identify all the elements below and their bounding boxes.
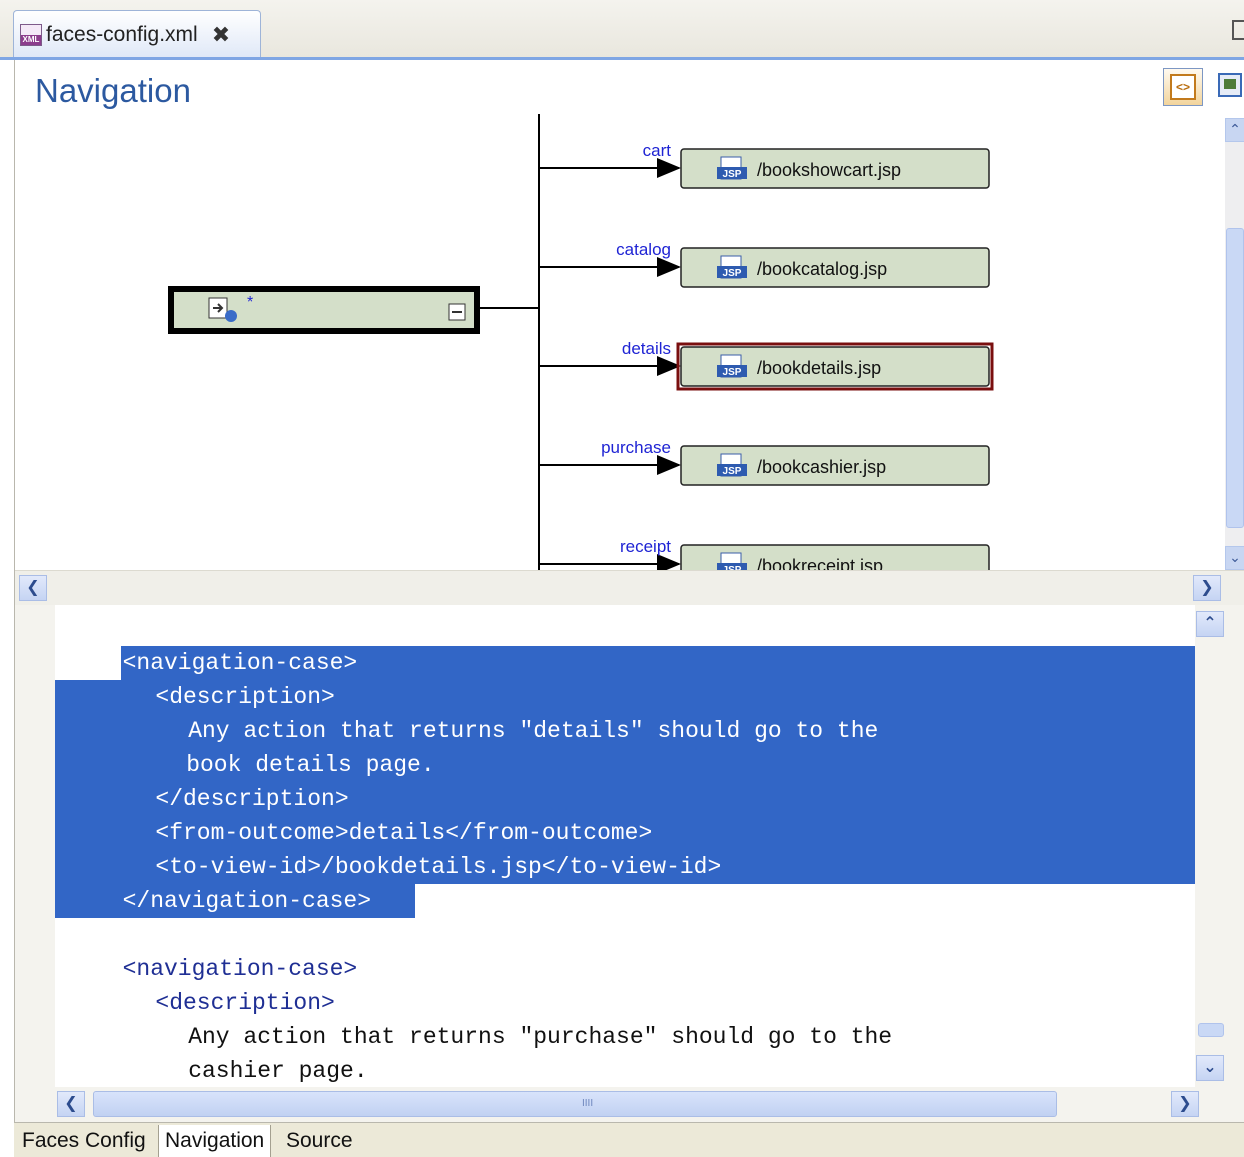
view-path-catalog: /bookcatalog.jsp	[757, 259, 887, 279]
scroll-up-icon[interactable]: ⌃	[1196, 611, 1224, 637]
diagram-horizontal-scrollbar[interactable]: ❮ ❯	[15, 570, 1244, 605]
diagram-vertical-scrollbar[interactable]: ⌃ ⌄	[1225, 118, 1244, 570]
from-view-label: *	[247, 294, 253, 311]
code-line: </navigation-case>	[122, 888, 372, 914]
code-line: </description>	[155, 786, 349, 812]
code-line: <description>	[155, 684, 335, 710]
outcome-label-purchase[interactable]: purchase	[601, 438, 671, 457]
tab-source[interactable]: Source	[280, 1125, 359, 1157]
source-editor[interactable]: <navigation-case> <description> Any action…	[55, 605, 1195, 1087]
outcome-label-cart[interactable]: cart	[643, 141, 672, 160]
code-line: book details page.	[186, 752, 435, 778]
svg-text:JSP: JSP	[723, 169, 742, 180]
svg-text:JSP: JSP	[723, 367, 742, 378]
view-path-receipt: /bookreceipt.jsp	[757, 556, 883, 570]
navigation-diagram: * cart JSP/bookshowcart.jsp catalog JSP/book…	[168, 114, 994, 570]
source-vertical-scrollbar[interactable]: ⌃ ⌄	[1195, 605, 1225, 1087]
outcome-label-receipt[interactable]: receipt	[620, 537, 671, 556]
code-line: <navigation-case>	[122, 650, 358, 676]
xml-file-icon: XML	[20, 23, 42, 46]
code-line: <navigation-case>	[122, 956, 358, 982]
editor-tab-bar: XML faces-config.xml ✖	[0, 0, 1244, 60]
editor-tab-faces-config[interactable]: XML faces-config.xml ✖	[13, 10, 261, 58]
svg-text:JSP: JSP	[723, 268, 742, 279]
page-tabs: Faces Config Navigation Source	[14, 1122, 1244, 1157]
scroll-right-icon[interactable]: ❯	[1193, 575, 1221, 601]
outcome-label-catalog[interactable]: catalog	[616, 240, 671, 259]
scroll-thumb[interactable]	[1198, 1023, 1224, 1037]
scroll-grip: IIII	[582, 1098, 594, 1109]
scroll-up-icon[interactable]: ⌃	[1225, 118, 1244, 142]
close-icon[interactable]: ✖	[212, 22, 230, 48]
svg-text:JSP: JSP	[723, 466, 742, 477]
scroll-down-icon[interactable]: ⌄	[1225, 546, 1244, 570]
scroll-left-icon[interactable]: ❮	[19, 575, 47, 601]
scroll-left-icon[interactable]: ❮	[57, 1091, 85, 1117]
tab-navigation[interactable]: Navigation	[158, 1125, 272, 1157]
scroll-thumb[interactable]	[1226, 228, 1244, 528]
code-line: Any action that returns "details" should…	[188, 718, 879, 744]
tab-faces-config[interactable]: Faces Config	[16, 1125, 152, 1157]
outcome-label-details[interactable]: details	[622, 339, 671, 358]
code-line: Any action that returns "purchase" shoul…	[188, 1024, 893, 1050]
maximize-icon[interactable]	[1232, 20, 1244, 40]
scroll-right-icon[interactable]: ❯	[1171, 1091, 1199, 1117]
source-horizontal-scrollbar[interactable]: ❮ IIII ❯	[55, 1087, 1225, 1122]
source-pane: <navigation-case> <description> Any action…	[14, 605, 1244, 1122]
view-path-details: /bookdetails.jsp	[757, 358, 881, 378]
code-line: <to-view-id>/bookdetails.jsp</to-view-id…	[155, 854, 722, 880]
code-line: <description>	[155, 990, 335, 1016]
line-gutter	[15, 605, 55, 1087]
navigation-diagram-pane: Navigation <> * cart JSP/bookshowcart.jsp c…	[14, 60, 1244, 605]
code-line: <from-outcome>details</from-outcome>	[155, 820, 653, 846]
scroll-down-icon[interactable]: ⌄	[1196, 1055, 1224, 1081]
code-line: cashier page.	[188, 1058, 368, 1084]
editor-tab-title: faces-config.xml	[46, 22, 198, 46]
view-path-cart: /bookshowcart.jsp	[757, 160, 901, 180]
scroll-thumb[interactable]: IIII	[93, 1091, 1057, 1117]
view-path-purchase: /bookcashier.jsp	[757, 457, 886, 477]
